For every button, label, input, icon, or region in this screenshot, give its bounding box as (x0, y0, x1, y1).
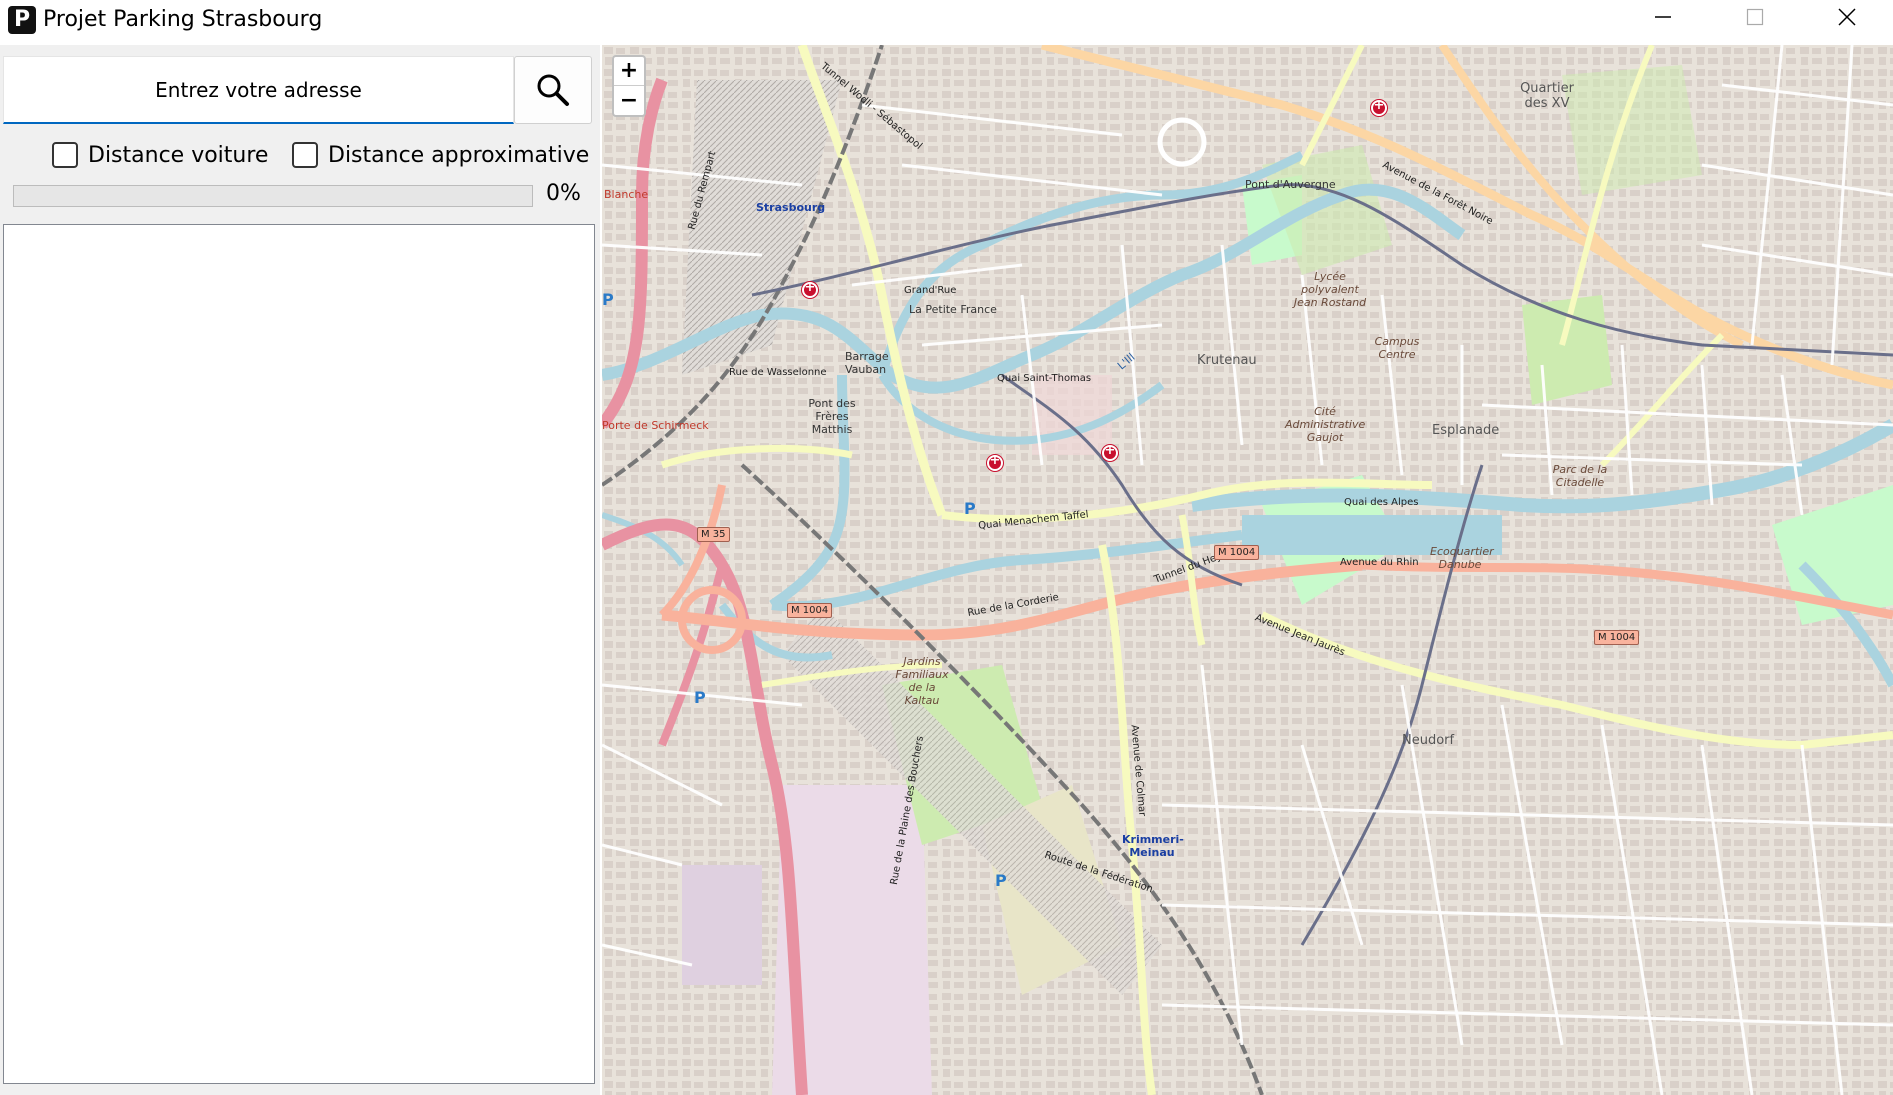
map-label-jardins: Jardins Familiaux de la Kaltau (895, 655, 949, 707)
map-label-porte-schirmeck: Porte de Schirmeck (602, 419, 709, 432)
road-label-avenue-rhin: Avenue du Rhin (1340, 557, 1419, 568)
approx-distance-label: Distance approximative (328, 142, 590, 168)
map-label-lycee: Lycée polyvalent Jean Rostand (1293, 270, 1367, 309)
search-icon (537, 74, 569, 106)
map-label-krutenau: Krutenau (1197, 353, 1257, 368)
parking-icon[interactable]: P (602, 290, 614, 309)
shield-m1004-b: M 1004 (1214, 545, 1260, 560)
shield-m1004-c: M 1004 (1594, 630, 1640, 645)
parking-icon[interactable]: P (995, 871, 1007, 890)
title-bar: P Projet Parking Strasbourg (0, 0, 1893, 45)
map-label-esplanade: Esplanade (1432, 423, 1500, 438)
map-label-petite-france: La Petite France (909, 303, 997, 316)
car-distance-option[interactable]: Distance voiture (52, 137, 268, 173)
map-view[interactable]: + − Strasbourg La Petite France Krutenau… (602, 45, 1893, 1095)
car-distance-checkbox[interactable] (52, 142, 78, 168)
search-button[interactable] (514, 56, 592, 124)
map-label-parc-citadelle: Parc de la Citadelle (1552, 463, 1608, 489)
minimize-button[interactable] (1617, 0, 1709, 34)
road-label-quai-alpes: Quai des Alpes (1344, 497, 1419, 508)
window-title: Projet Parking Strasbourg (43, 7, 323, 32)
zoom-control: + − (612, 55, 646, 117)
address-input[interactable]: Entrez votre adresse (3, 56, 514, 124)
shield-m1004-a: M 1004 (787, 603, 833, 618)
hospital-icon[interactable] (802, 280, 818, 298)
zoom-in-button[interactable]: + (614, 57, 644, 86)
progress-bar (13, 185, 533, 207)
maximize-icon (1746, 8, 1764, 26)
shield-m35: M 35 (697, 527, 730, 542)
maximize-button[interactable] (1709, 0, 1801, 34)
hospital-icon[interactable] (987, 453, 1003, 471)
progress-percent: 0% (546, 181, 581, 206)
map-label-campus: Campus Centre (1374, 335, 1420, 361)
hospital-icon[interactable] (1371, 98, 1387, 116)
map-label-blanche: Blanche (604, 188, 649, 201)
car-distance-label: Distance voiture (88, 142, 269, 168)
map-label-neudorf: Neudorf (1402, 733, 1455, 748)
parking-icon[interactable]: P (694, 688, 706, 707)
map-label-ecoquartier: Ecoquartier Danube (1430, 545, 1494, 571)
map-label-quartier-xv: Quartier des XV (1520, 81, 1574, 111)
map-label-pont-auvergne: Pont d'Auvergne (1245, 178, 1336, 191)
approx-distance-checkbox[interactable] (292, 142, 318, 168)
road-label-wasselonne: Rue de Wasselonne (729, 367, 827, 378)
close-icon (1838, 8, 1856, 26)
app-icon: P (8, 6, 36, 34)
map-label-barrage: Barrage Vauban (845, 350, 889, 376)
map-label-strasbourg: Strasbourg (756, 201, 826, 214)
left-panel: Entrez votre adresse Distance voiture Di… (0, 45, 600, 1095)
minimize-icon (1655, 16, 1671, 18)
close-button[interactable] (1801, 0, 1893, 34)
results-list[interactable] (3, 224, 595, 1084)
parking-icon[interactable]: P (964, 499, 976, 518)
hospital-icon[interactable] (1102, 443, 1118, 461)
road-label-quai-st-thomas: Quai Saint-Thomas (997, 373, 1092, 384)
map-label-cite-admin: Cité Administrative Gaujot (1285, 405, 1366, 444)
map-label-pont-freres: Pont des Frères Matthis (808, 397, 856, 436)
road-label-grand-rue: Grand'Rue (904, 285, 957, 296)
map-label-krimmeri: Krimmeri-Meinau (1122, 833, 1184, 859)
approx-distance-option[interactable]: Distance approximative (292, 137, 589, 173)
zoom-out-button[interactable]: − (614, 86, 644, 115)
